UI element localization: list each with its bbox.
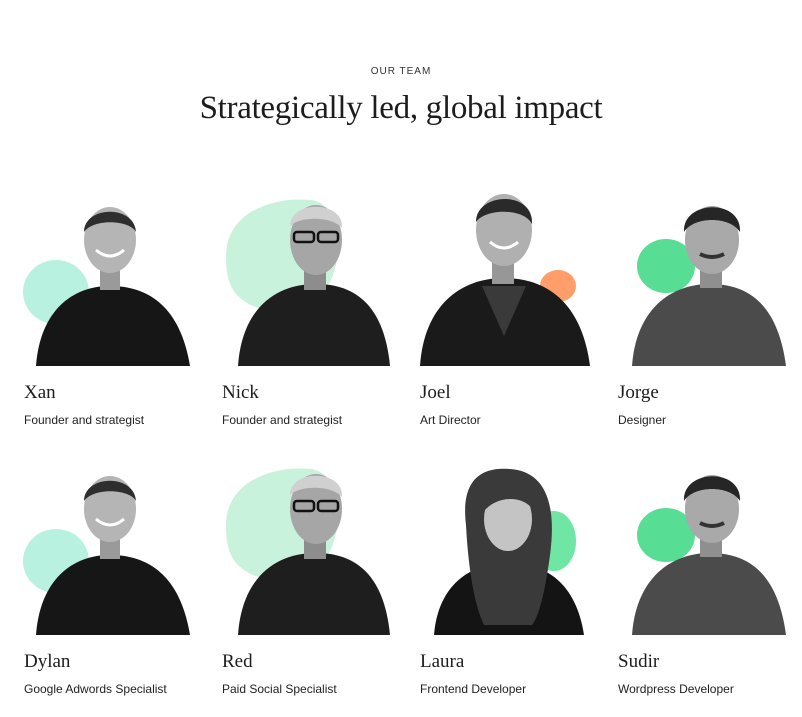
team-member-name: Nick [222, 382, 259, 403]
team-member-nick-photo [220, 186, 390, 366]
team-member-role: Art Director [420, 413, 481, 427]
team-member-joel-photo [420, 186, 590, 366]
team-member-role: Google Adwords Specialist [24, 682, 167, 696]
team-member-role: Founder and strategist [222, 413, 343, 427]
team-member-name: Red [222, 651, 253, 672]
team-member-sudir-photo [618, 455, 788, 635]
team-member-role: Paid Social Specialist [222, 682, 337, 696]
team-member-name: Jorge [618, 382, 659, 403]
team-grid: Xan Founder and strategist Nick Founder … [0, 0, 802, 717]
team-member-role: Wordpress Developer [618, 682, 734, 696]
team-member-name: Dylan [24, 651, 71, 672]
team-member-name: Joel [420, 382, 451, 403]
team-member-dylan-photo [22, 455, 192, 635]
team-member-jorge-photo [618, 186, 788, 366]
team-member-name: Sudir [618, 651, 660, 672]
team-member-role: Frontend Developer [420, 682, 527, 696]
team-member-red-photo [220, 455, 390, 635]
team-member-laura-photo [420, 455, 590, 635]
team-member-role: Founder and strategist [24, 413, 145, 427]
team-member-role: Designer [618, 413, 667, 427]
team-member-name: Xan [24, 382, 56, 403]
team-member-name: Laura [420, 651, 465, 672]
team-member-xan-photo [22, 186, 192, 366]
